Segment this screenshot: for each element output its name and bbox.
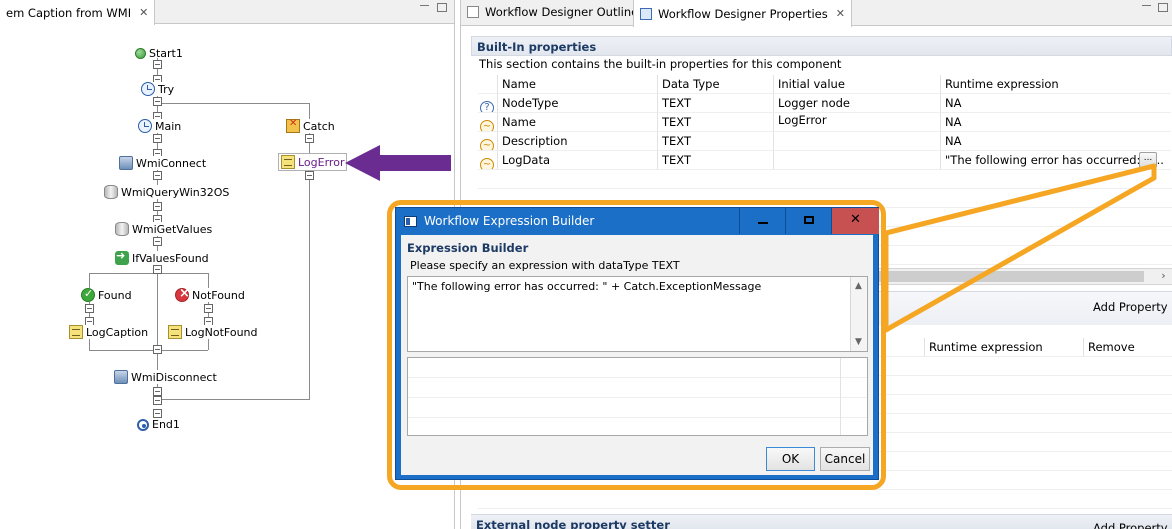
cancel-button[interactable]: Cancel bbox=[820, 447, 870, 471]
expression-input[interactable]: "The following error has occurred: " + C… bbox=[407, 276, 868, 352]
vertical-scrollbar[interactable]: ▲ ▼ bbox=[850, 277, 867, 351]
maximize-icon bbox=[804, 216, 814, 224]
expression-text: "The following error has occurred: " + C… bbox=[412, 280, 762, 293]
close-button[interactable]: ✕ bbox=[831, 208, 879, 234]
dialog-title: Workflow Expression Builder bbox=[424, 214, 595, 228]
dialog-instruction: Please specify an expression with dataTy… bbox=[410, 259, 680, 272]
expression-variables-grid[interactable] bbox=[407, 357, 868, 436]
purple-arrow-icon bbox=[345, 145, 451, 181]
window-icon bbox=[404, 216, 417, 227]
maximize-button[interactable] bbox=[785, 208, 831, 234]
dialog-section-title: Expression Builder bbox=[407, 241, 529, 255]
expression-builder-dialog: Workflow Expression Builder ✕ Expression… bbox=[395, 207, 879, 480]
chevron-up-icon[interactable]: ▲ bbox=[855, 281, 862, 291]
ok-button[interactable]: OK bbox=[766, 447, 815, 471]
dialog-body: Expression Builder Please specify an exp… bbox=[401, 235, 873, 475]
minimize-icon bbox=[758, 222, 768, 224]
chevron-down-icon[interactable]: ▼ bbox=[855, 337, 862, 347]
grid-divider bbox=[840, 358, 841, 435]
minimize-button[interactable] bbox=[739, 208, 785, 234]
close-icon: ✕ bbox=[850, 212, 861, 227]
callout-connector bbox=[883, 163, 1157, 333]
